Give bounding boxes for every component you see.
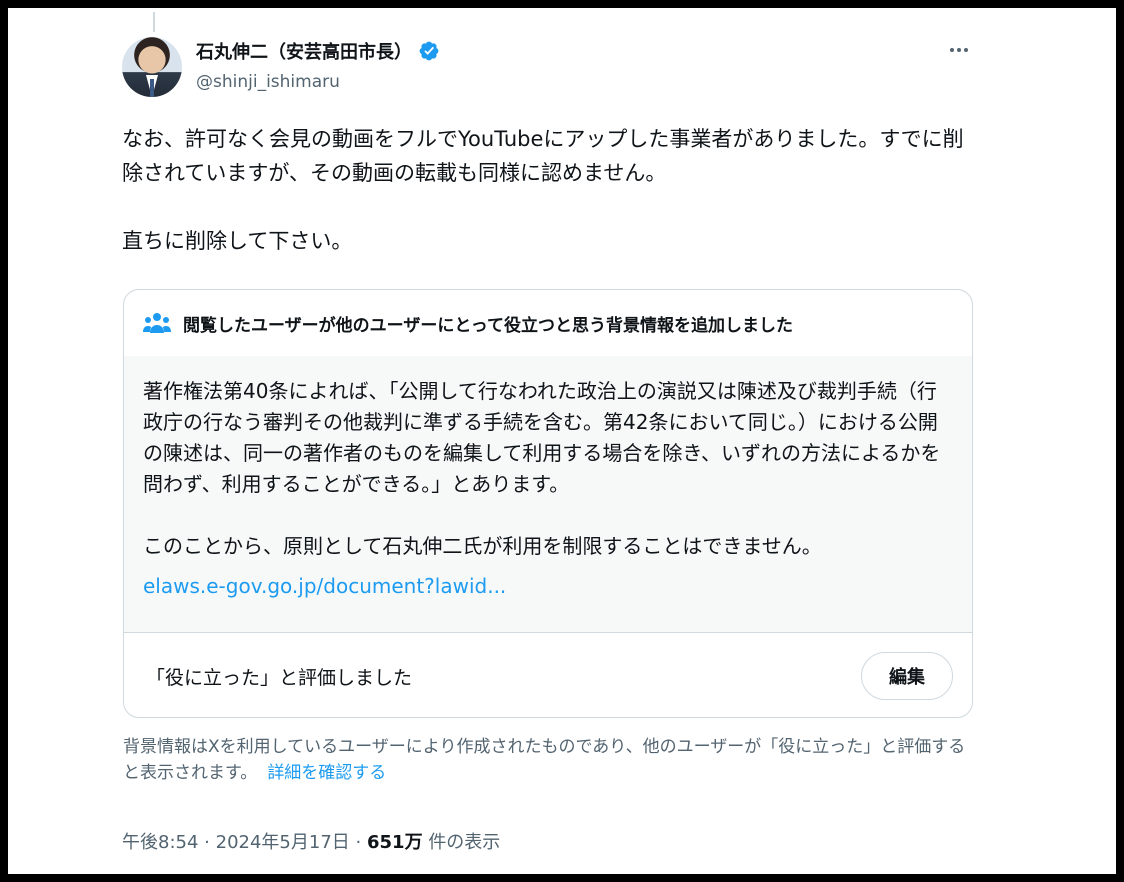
meta-separator: ·	[204, 832, 210, 853]
author-name-row: 石丸伸二（安芸高田市長）	[196, 38, 440, 64]
community-note-footer: 「役に立った」と評価しました 編集	[124, 632, 972, 717]
community-note-title: 閲覧したユーザーが他のユーザーにとって役立つと思う背景情報を追加しました	[183, 315, 793, 336]
note-disclaimer: 背景情報はXを利用しているユーザーにより作成されたものであり、他のユーザーが「役…	[123, 734, 973, 786]
community-note: 閲覧したユーザーが他のユーザーにとって役立つと思う背景情報を追加しました 著作権…	[123, 289, 973, 718]
author-handle[interactable]: @shinji_ishimaru	[196, 72, 340, 92]
community-note-text: 著作権法第40条によれば、「公開して行なわれた政治上の演説又は陳述及び裁判手続（…	[143, 379, 941, 558]
edit-rating-button[interactable]: 編集	[861, 652, 953, 700]
rating-status: 「役に立った」と評価しました	[146, 666, 413, 689]
post-time[interactable]: 午後8:54	[122, 832, 198, 853]
community-note-body: 著作権法第40条によれば、「公開して行なわれた政治上の演説又は陳述及び裁判手続（…	[124, 356, 972, 632]
community-note-source-link[interactable]: elaws.e-gov.go.jp/document?lawid...	[143, 574, 953, 598]
author-display-name[interactable]: 石丸伸二（安芸高田市長）	[196, 38, 412, 64]
tweet-frame: 石丸伸二（安芸高田市長） @shinji_ishimaru なお、許可なく会見の…	[8, 8, 1116, 874]
meta-separator-2: ·	[355, 832, 362, 853]
more-options-icon[interactable]	[944, 38, 974, 62]
verified-badge-icon[interactable]	[418, 40, 440, 62]
views-count: 651万	[367, 832, 423, 853]
learn-more-link[interactable]: 詳細を確認する	[267, 763, 386, 783]
thread-connector	[153, 12, 155, 32]
views-label: 件の表示	[428, 832, 501, 853]
community-note-header: 閲覧したユーザーが他のユーザーにとって役立つと思う背景情報を追加しました	[124, 290, 972, 356]
avatar[interactable]	[122, 37, 182, 97]
people-icon	[143, 313, 171, 333]
disclaimer-text: 背景情報はXを利用しているユーザーにより作成されたものであり、他のユーザーが「役…	[123, 737, 966, 783]
avatar-tie	[150, 79, 154, 97]
tweet-meta: 午後8:54 · 2024年5月17日 · 651万 件の表示	[122, 828, 500, 854]
post-date[interactable]: 2024年5月17日	[216, 832, 350, 853]
tweet-text: なお、許可なく会見の動画をフルでYouTubeにアップした事業者がありました。す…	[122, 127, 964, 253]
